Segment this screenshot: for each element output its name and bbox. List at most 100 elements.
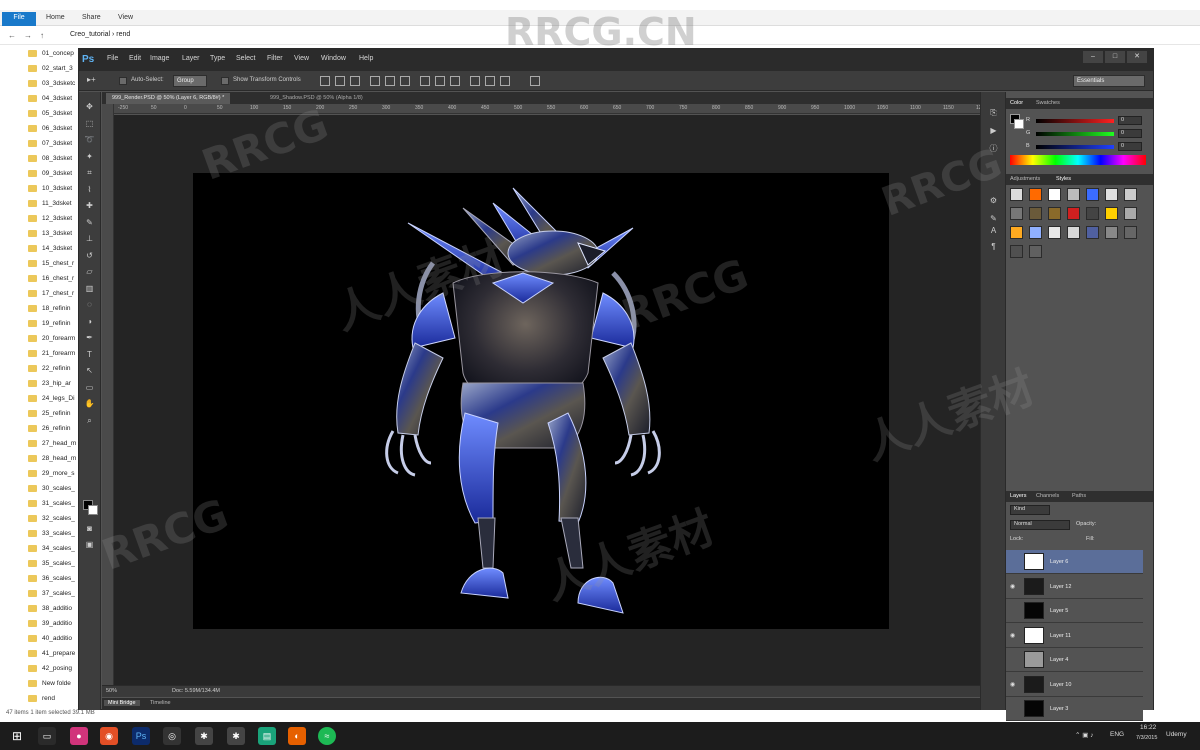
quick-select-icon[interactable]: ✦ bbox=[83, 150, 96, 163]
tab-swatches[interactable]: Swatches bbox=[1036, 100, 1060, 106]
visibility-eye-icon[interactable] bbox=[1010, 656, 1018, 664]
transform-controls-checkbox[interactable] bbox=[221, 77, 229, 85]
brush-tool-icon[interactable]: ✎ bbox=[83, 216, 96, 229]
visibility-eye-icon[interactable]: ◉ bbox=[1010, 583, 1018, 591]
style-preset-swatch[interactable] bbox=[1010, 207, 1023, 220]
style-preset-swatch[interactable] bbox=[1029, 207, 1042, 220]
menu-layer[interactable]: Layer bbox=[182, 55, 200, 62]
file-list-item[interactable]: 24_legs_Di bbox=[22, 391, 78, 406]
app-icon-4[interactable]: ✱ bbox=[227, 727, 245, 745]
up-arrow-icon[interactable]: ↑ bbox=[40, 31, 44, 40]
background-color-swatch[interactable] bbox=[88, 505, 98, 515]
actions-play-icon[interactable]: ▶ bbox=[987, 124, 1000, 137]
task-view-icon[interactable]: ▭ bbox=[38, 727, 56, 745]
auto-align-icon[interactable] bbox=[530, 76, 540, 86]
auto-select-checkbox[interactable] bbox=[119, 77, 127, 85]
visibility-eye-icon[interactable] bbox=[1010, 705, 1018, 713]
clock-date[interactable]: 7/3/2015 bbox=[1136, 735, 1157, 741]
layer-row[interactable]: Layer 3 bbox=[1006, 697, 1143, 721]
menu-help[interactable]: Help bbox=[359, 55, 373, 62]
menu-window[interactable]: Window bbox=[321, 55, 346, 62]
style-preset-swatch[interactable] bbox=[1105, 226, 1118, 239]
style-preset-swatch[interactable] bbox=[1124, 188, 1137, 201]
menu-image[interactable]: Image bbox=[150, 55, 169, 62]
blue-value[interactable]: 0 bbox=[1118, 142, 1142, 151]
blur-tool-icon[interactable]: ◌ bbox=[83, 298, 96, 311]
style-preset-swatch[interactable] bbox=[1067, 207, 1080, 220]
style-preset-swatch[interactable] bbox=[1124, 226, 1137, 239]
language-indicator[interactable]: ENG bbox=[1110, 731, 1124, 738]
menu-select[interactable]: Select bbox=[236, 55, 255, 62]
style-preset-swatch[interactable] bbox=[1029, 188, 1042, 201]
style-preset-swatch[interactable] bbox=[1010, 226, 1023, 239]
file-list-item[interactable]: 29_more_s bbox=[22, 466, 78, 481]
layer-row[interactable]: Layer 4 bbox=[1006, 648, 1143, 672]
file-list-item[interactable]: 18_refinin bbox=[22, 301, 78, 316]
file-list-item[interactable]: 40_additio bbox=[22, 631, 78, 646]
green-value[interactable]: 0 bbox=[1118, 129, 1142, 138]
red-value[interactable]: 0 bbox=[1118, 116, 1142, 125]
layer-kind-filter[interactable]: Kind bbox=[1010, 505, 1050, 515]
info-icon[interactable]: ⓘ bbox=[987, 142, 1000, 155]
character-icon[interactable]: A bbox=[987, 224, 1000, 237]
file-list-item[interactable]: 14_3dsket bbox=[22, 241, 78, 256]
visibility-eye-icon[interactable]: ◉ bbox=[1010, 632, 1018, 640]
paragraph-icon[interactable]: ¶ bbox=[987, 240, 1000, 253]
maximize-icon[interactable]: □ bbox=[1105, 51, 1125, 63]
pen-tool-icon[interactable]: ✒ bbox=[83, 331, 96, 344]
layer-row[interactable]: ◉ Layer 10 bbox=[1006, 672, 1143, 697]
file-list-item[interactable]: rend bbox=[22, 691, 78, 706]
file-list-item[interactable]: 01_concep bbox=[22, 46, 78, 61]
file-list-item[interactable]: 02_start_3 bbox=[22, 61, 78, 76]
tab-layers[interactable]: Layers bbox=[1010, 493, 1027, 499]
forward-arrow-icon[interactable]: → bbox=[24, 31, 32, 40]
gradient-tool-icon[interactable]: ▥ bbox=[83, 282, 96, 295]
menu-view[interactable]: View bbox=[294, 55, 309, 62]
layer-row[interactable]: ◉ Layer 12 bbox=[1006, 574, 1143, 599]
color-spectrum[interactable] bbox=[1010, 155, 1146, 165]
file-list-item[interactable]: 19_refinin bbox=[22, 316, 78, 331]
file-list-item[interactable]: 25_refinin bbox=[22, 406, 78, 421]
move-tool-icon[interactable]: ▸+ bbox=[87, 75, 96, 84]
zoom-tool-icon[interactable]: ⌕ bbox=[83, 414, 96, 427]
clock-time[interactable]: 16:22 bbox=[1140, 724, 1156, 731]
file-list-item[interactable]: 23_hip_ar bbox=[22, 376, 78, 391]
close-icon[interactable]: ✕ bbox=[1127, 51, 1147, 63]
file-list-item[interactable]: 30_scales_ bbox=[22, 481, 78, 496]
history-icon[interactable]: ⎘ bbox=[987, 106, 1000, 119]
firefox-icon[interactable]: ◐ bbox=[288, 727, 306, 745]
app-icon-5[interactable]: ▤ bbox=[258, 727, 276, 745]
ribbon-tab-home[interactable]: Home bbox=[40, 12, 71, 26]
path-select-icon[interactable]: ↖ bbox=[83, 364, 96, 377]
file-list-item[interactable]: 34_scales_ bbox=[22, 541, 78, 556]
green-slider[interactable]: G 0 bbox=[1026, 129, 1146, 139]
style-preset-swatch[interactable] bbox=[1048, 226, 1061, 239]
style-preset-swatch[interactable] bbox=[1086, 207, 1099, 220]
file-list-item[interactable]: 37_scales_ bbox=[22, 586, 78, 601]
file-list-item[interactable]: 39_additio bbox=[22, 616, 78, 631]
dodge-tool-icon[interactable]: ◑ bbox=[83, 315, 96, 328]
style-preset-swatch[interactable] bbox=[1048, 188, 1061, 201]
crop-tool-icon[interactable]: ⌗ bbox=[83, 166, 96, 179]
file-list-item[interactable]: 36_scales_ bbox=[22, 571, 78, 586]
marquee-tool-icon[interactable]: ⬚ bbox=[83, 117, 96, 130]
healing-brush-icon[interactable]: ✚ bbox=[83, 199, 96, 212]
file-list-item[interactable]: 35_scales_ bbox=[22, 556, 78, 571]
style-preset-swatch[interactable] bbox=[1105, 207, 1118, 220]
tab-paths[interactable]: Paths bbox=[1072, 493, 1086, 499]
chrome-icon[interactable]: ◉ bbox=[100, 727, 118, 745]
back-arrow-icon[interactable]: ← bbox=[8, 31, 16, 40]
style-preset-swatch[interactable] bbox=[1067, 226, 1080, 239]
windows-start-icon[interactable]: ⊞ bbox=[8, 727, 26, 745]
file-list-item[interactable]: New folde bbox=[22, 676, 78, 691]
address-bar[interactable]: ← → ↑ Creo_tutorial › rend bbox=[0, 27, 1200, 45]
distribute-hcenter-icon[interactable] bbox=[485, 76, 495, 86]
file-list-item[interactable]: 07_3dsket bbox=[22, 136, 78, 151]
tab-color[interactable]: Color bbox=[1010, 100, 1023, 106]
red-slider[interactable]: R 0 bbox=[1026, 116, 1146, 126]
menu-file[interactable]: File bbox=[107, 55, 118, 62]
file-list-item[interactable]: 13_3dsket bbox=[22, 226, 78, 241]
app-icon-eye[interactable]: ◎ bbox=[163, 727, 181, 745]
align-right-icon[interactable] bbox=[400, 76, 410, 86]
file-list-item[interactable]: 08_3dsket bbox=[22, 151, 78, 166]
